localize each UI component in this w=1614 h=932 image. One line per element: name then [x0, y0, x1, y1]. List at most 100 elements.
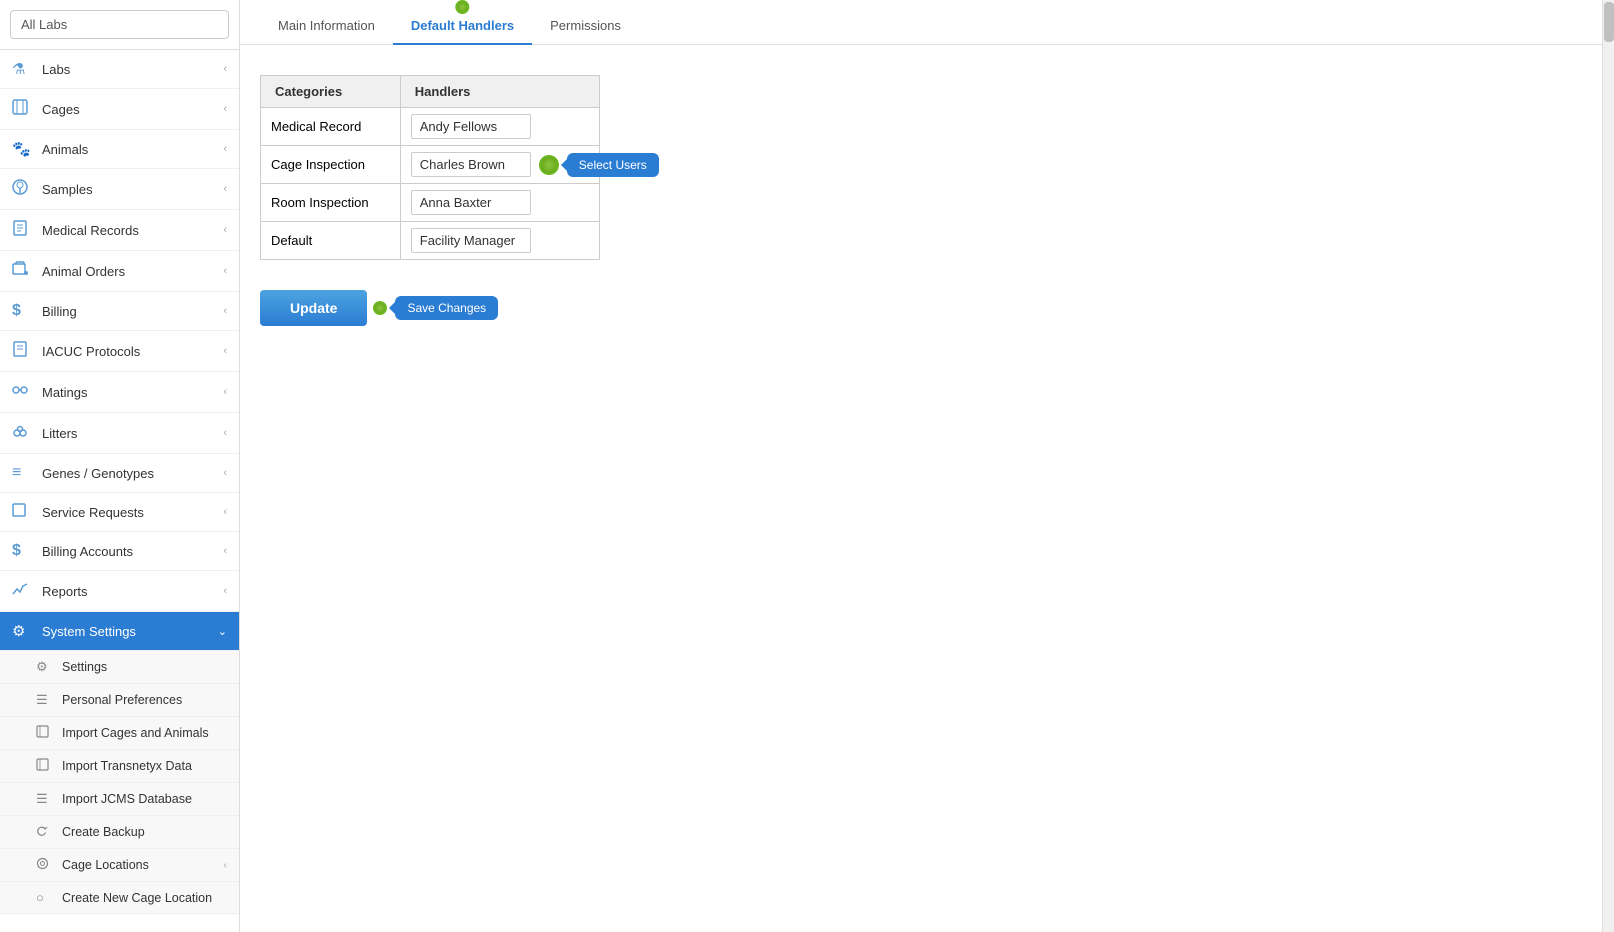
tab-permissions[interactable]: Permissions	[532, 8, 639, 45]
chevron-right-icon: ‹	[223, 545, 227, 557]
handler-input-medical[interactable]	[411, 114, 531, 139]
cage-locations-chevron: ‹	[224, 860, 227, 871]
chevron-right-icon: ‹	[223, 224, 227, 236]
sidebar-item-animal-orders[interactable]: Animal Orders ‹	[0, 251, 239, 292]
table-row: Room Inspection	[261, 184, 600, 222]
chevron-right-icon: ‹	[223, 183, 227, 195]
table-row: Cage Inspection Select Users	[261, 146, 600, 184]
sidebar-genes-label: Genes / Genotypes	[42, 466, 223, 481]
update-button[interactable]: Update	[260, 290, 367, 326]
scroll-thumb[interactable]	[1604, 2, 1614, 42]
sub-item-personal-preferences[interactable]: ☰ Personal Preferences	[0, 684, 239, 717]
service-icon	[12, 503, 32, 521]
samples-icon	[12, 179, 32, 199]
chevron-right-icon: ‹	[223, 265, 227, 277]
scrollbar[interactable]	[1602, 0, 1614, 932]
create-cage-icon: ○	[36, 890, 54, 905]
system-settings-icon: ⚙	[12, 622, 32, 640]
sub-item-create-backup[interactable]: Create Backup	[0, 816, 239, 849]
chevron-right-icon: ‹	[223, 345, 227, 357]
animals-icon: 🐾	[12, 140, 32, 158]
handler-input-cage[interactable]	[411, 152, 531, 177]
sub-item-import-transnetyx[interactable]: Import Transnetyx Data	[0, 750, 239, 783]
sub-cage-locations-label: Cage Locations	[62, 858, 149, 872]
chevron-right-icon: ‹	[223, 427, 227, 439]
sidebar-item-labs[interactable]: ⚗ Labs ‹	[0, 50, 239, 89]
sidebar-billing-accounts-label: Billing Accounts	[42, 544, 223, 559]
sidebar-item-litters[interactable]: Litters ‹	[0, 413, 239, 454]
tooltip-indicator-dot	[455, 0, 469, 14]
import-transnetyx-icon	[36, 758, 54, 774]
chevron-right-icon: ‹	[223, 506, 227, 518]
import-cages-icon	[36, 725, 54, 741]
select-users-bubble: Select Users	[567, 153, 659, 177]
chevron-right-icon: ‹	[223, 143, 227, 155]
reports-icon	[12, 581, 32, 601]
chevron-right-icon: ‹	[223, 63, 227, 75]
sub-import-transnetyx-label: Import Transnetyx Data	[62, 759, 192, 773]
tab-default-handlers[interactable]: Default Handlers Default Handlers	[393, 8, 532, 45]
main-content: Main Information Default Handlers Defaul…	[240, 0, 1614, 932]
sidebar-item-reports[interactable]: Reports ‹	[0, 571, 239, 612]
sidebar-item-matings[interactable]: Matings ‹	[0, 372, 239, 413]
select-users-area: Select Users	[539, 155, 559, 175]
tab-main-information[interactable]: Main Information	[260, 8, 393, 45]
handler-cell	[400, 222, 599, 260]
handler-input-room[interactable]	[411, 190, 531, 215]
handler-cell: Select Users	[400, 146, 599, 184]
sidebar-item-service-requests[interactable]: Service Requests ‹	[0, 493, 239, 532]
sub-import-cages-label: Import Cages and Animals	[62, 726, 209, 740]
sub-backup-label: Create Backup	[62, 825, 145, 839]
table-row: Default	[261, 222, 600, 260]
billing-accounts-icon: $	[12, 542, 32, 560]
content-area: Categories Handlers Medical Record Cage	[240, 45, 1614, 932]
category-cell: Room Inspection	[261, 184, 401, 222]
sub-item-settings[interactable]: ⚙ Settings	[0, 651, 239, 684]
sidebar-medical-label: Medical Records	[42, 223, 223, 238]
sidebar-iacuc-label: IACUC Protocols	[42, 344, 223, 359]
update-area: Update Save Changes	[260, 290, 498, 326]
sidebar-orders-label: Animal Orders	[42, 264, 223, 279]
sidebar-billing-label: Billing	[42, 304, 223, 319]
sub-item-import-jcms[interactable]: ☰ Import JCMS Database	[0, 783, 239, 816]
sidebar-item-animals[interactable]: 🐾 Animals ‹	[0, 130, 239, 169]
chevron-down-icon: ⌄	[218, 625, 227, 638]
category-cell: Medical Record	[261, 108, 401, 146]
sidebar-item-genes[interactable]: ≡ Genes / Genotypes ‹	[0, 454, 239, 493]
sidebar-item-iacuc[interactable]: IACUC Protocols ‹	[0, 331, 239, 372]
animal-orders-icon	[12, 261, 32, 281]
category-cell: Cage Inspection	[261, 146, 401, 184]
matings-icon	[12, 382, 32, 402]
tabs-container: Main Information Default Handlers Defaul…	[240, 0, 1614, 45]
chevron-right-icon: ‹	[223, 585, 227, 597]
col-categories: Categories	[261, 76, 401, 108]
settings-sub-icon: ⚙	[36, 659, 54, 675]
all-labs-input[interactable]	[10, 10, 229, 39]
cage-locations-icon	[36, 857, 54, 873]
sidebar-item-system-settings[interactable]: ⚙ System Settings ⌄	[0, 612, 239, 651]
genes-icon: ≡	[12, 464, 32, 482]
chevron-right-icon: ‹	[223, 305, 227, 317]
sidebar-item-cages[interactable]: Cages ‹	[0, 89, 239, 130]
sub-item-cage-locations[interactable]: Cage Locations ‹	[0, 849, 239, 882]
sidebar-item-label: Labs	[42, 62, 223, 77]
cages-icon	[12, 99, 32, 119]
handler-input-default[interactable]	[411, 228, 531, 253]
sidebar-animals-label: Animals	[42, 142, 223, 157]
chevron-right-icon: ‹	[223, 467, 227, 479]
labs-icon: ⚗	[12, 60, 32, 78]
handler-cell	[400, 184, 599, 222]
sidebar-item-medical-records[interactable]: Medical Records ‹	[0, 210, 239, 251]
col-handlers: Handlers	[400, 76, 599, 108]
sidebar-item-billing[interactable]: $ Billing ‹	[0, 292, 239, 331]
sub-item-import-cages[interactable]: Import Cages and Animals	[0, 717, 239, 750]
sub-item-create-cage-location[interactable]: ○ Create New Cage Location	[0, 882, 239, 914]
sidebar-litters-label: Litters	[42, 426, 223, 441]
chevron-right-icon: ‹	[223, 386, 227, 398]
sidebar-item-samples[interactable]: Samples ‹	[0, 169, 239, 210]
import-jcms-icon: ☰	[36, 791, 54, 807]
backup-icon	[36, 824, 54, 840]
sidebar-item-billing-accounts[interactable]: $ Billing Accounts ‹	[0, 532, 239, 571]
sidebar-service-label: Service Requests	[42, 505, 223, 520]
sub-preferences-label: Personal Preferences	[62, 693, 182, 707]
